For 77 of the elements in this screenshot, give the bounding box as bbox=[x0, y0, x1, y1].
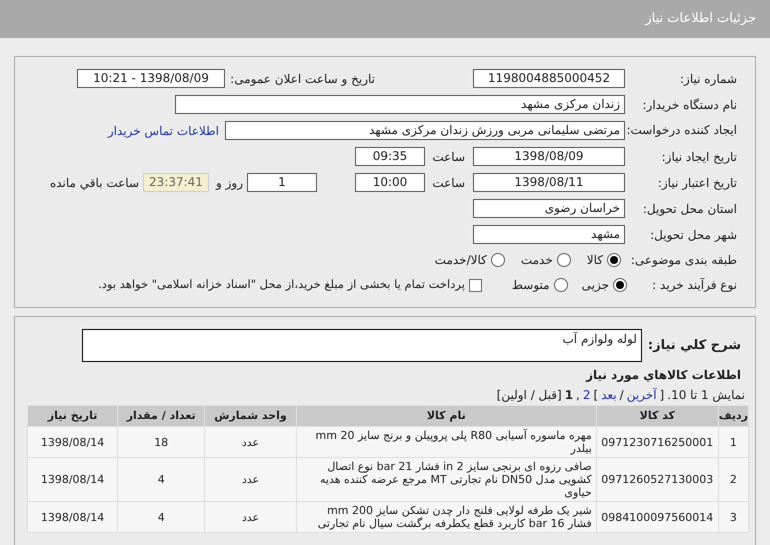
input-field[interactable]: مرتضی سلیمانی مربی ورزش زندان مرکزی مشهد bbox=[225, 121, 625, 140]
description-label: شرح کلي نياز: bbox=[648, 336, 741, 355]
radio-label: کالا bbox=[586, 252, 603, 269]
field-label: تاریخ ایجاد نیاز: bbox=[660, 148, 737, 166]
table-cell: عدد bbox=[204, 426, 296, 458]
input-field[interactable]: 1398/08/09 bbox=[473, 147, 625, 166]
pagination-text: [قبل / اولین] bbox=[496, 387, 562, 404]
table-cell: 18 bbox=[118, 426, 205, 458]
pagination-text: , bbox=[576, 387, 580, 404]
radio-label: خدمت bbox=[520, 252, 553, 269]
table-cell: 1398/08/14 bbox=[28, 458, 118, 502]
table-cell: 4 bbox=[118, 502, 205, 532]
column-header: تاریخ نیاز bbox=[28, 406, 118, 426]
table-cell: 1 bbox=[718, 426, 748, 458]
pagination-text: [ bbox=[660, 387, 664, 404]
table-cell: 2 bbox=[718, 458, 748, 502]
input-field[interactable]: 1198004885000452 bbox=[473, 69, 625, 88]
checkbox-label: پرداخت تمام یا بخشی از مبلغ خرید،از محل "اسناد خزانه اسلامی" خواهد بود. bbox=[98, 276, 465, 294]
input-field[interactable]: زندان مرکزی مشهد bbox=[175, 95, 625, 114]
radio-button[interactable] bbox=[613, 278, 627, 292]
table-cell: عدد bbox=[204, 458, 296, 502]
table-cell: 0971260527130003 bbox=[596, 458, 718, 502]
table-cell: 1398/08/14 bbox=[28, 502, 118, 532]
field-label: طبقه بندی موضوعی: bbox=[630, 252, 737, 269]
column-header: کد کالا bbox=[596, 406, 718, 426]
radio-button[interactable] bbox=[607, 253, 621, 267]
table-cell: 1398/08/14 bbox=[28, 426, 118, 458]
radio-label: کالا/خدمت bbox=[434, 252, 487, 269]
field-label: روز و bbox=[214, 174, 243, 192]
table-cell: مهره ماسوره آسیابی R80 پلی پروپیلن و برنج سایز 20 mm بیلدر bbox=[296, 426, 596, 458]
input-field[interactable]: 10:00 bbox=[355, 173, 425, 192]
field-label: ساعت باقي مانده bbox=[51, 174, 139, 192]
table-cell: عدد bbox=[204, 502, 296, 532]
table-cell: 0971230716250001 bbox=[596, 426, 718, 458]
radio-label: جزیی bbox=[582, 277, 609, 294]
field-label: تاریخ اعتبار نیاز: bbox=[656, 174, 737, 192]
field-label: استان محل تحویل: bbox=[642, 200, 737, 218]
input-field[interactable]: 1 bbox=[247, 173, 317, 192]
input-field[interactable]: مشهد bbox=[473, 225, 625, 244]
input-field[interactable]: 09:35 bbox=[355, 147, 425, 166]
page-title: جزئیات اطلاعات نیاز bbox=[645, 10, 756, 28]
pagination-text: ] bbox=[594, 387, 598, 404]
column-header: تعداد / مقدار bbox=[118, 406, 205, 426]
description-box: لوله ولوازم آب bbox=[82, 329, 642, 362]
field-label: ساعت bbox=[431, 148, 465, 166]
column-header: ردیف bbox=[718, 406, 748, 426]
input-field[interactable]: 1398/08/11 bbox=[473, 173, 625, 192]
radio-label: متوسط bbox=[512, 277, 550, 294]
remaining-time-field: 23:37:41 bbox=[143, 173, 209, 192]
checkbox[interactable] bbox=[468, 278, 482, 292]
input-field[interactable]: 1398/08/09 - 10:21 bbox=[77, 69, 225, 88]
input-field[interactable]: خراسان رضوی bbox=[473, 199, 625, 218]
pagination-link[interactable]: 2 bbox=[582, 386, 591, 404]
pagination-link[interactable]: آخرین bbox=[626, 386, 657, 404]
field-label: نوع فرآیند خرید : bbox=[651, 277, 737, 294]
field-label: تاریخ و ساعت اعلان عمومی: bbox=[229, 70, 375, 88]
radio-button[interactable] bbox=[490, 253, 505, 267]
table-cell: 0984100097560014 bbox=[596, 502, 718, 532]
field-label: شماره نیاز: bbox=[679, 70, 737, 88]
table-cell: صافی رزوه ای برنجی سایز 2 in فشار 21 bar نوع اتصال کشویی مدل DN50 نام تجارتی MT مرجع عرضه کننده هدیه حیاوی bbox=[296, 458, 596, 502]
column-header: واحد شمارش bbox=[204, 406, 296, 426]
contact-link[interactable]: اطلاعات تماس خریدار bbox=[108, 122, 219, 140]
radio-button[interactable] bbox=[554, 278, 568, 292]
table-cell: 4 bbox=[118, 458, 205, 502]
field-label: نام دستگاه خریدار: bbox=[642, 96, 737, 114]
section-title: اطلاعات کالاهاي مورد نياز bbox=[584, 367, 741, 384]
column-header: نام کالا bbox=[296, 406, 596, 426]
field-label: ساعت bbox=[431, 174, 465, 192]
pagination-text: نمایش 1 تا 10. bbox=[667, 387, 745, 404]
pagination-text: / bbox=[620, 387, 624, 404]
field-label: ایجاد کننده درخواست: bbox=[625, 123, 737, 138]
table-cell: شیر یک طرفه لولایی فلنج دار چدن تشکن سایز 200 mm فشار 16 bar کاربرد قطع یکطرفه برگشت سیال نام تجارتی bbox=[296, 502, 596, 532]
field-label: شهر محل تحویل: bbox=[649, 226, 737, 244]
radio-button[interactable] bbox=[556, 253, 571, 267]
current-page: 1 bbox=[564, 387, 574, 404]
table-cell: 3 bbox=[718, 502, 748, 532]
pagination-link[interactable]: بعد bbox=[601, 386, 617, 404]
